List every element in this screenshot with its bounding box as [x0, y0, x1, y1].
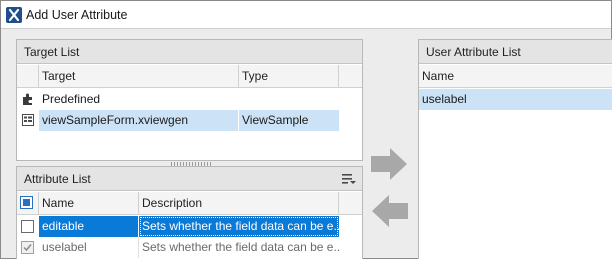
target-name: viewSampleForm.xviewgen	[42, 113, 189, 127]
target-row-predefined[interactable]: Predefined	[17, 89, 362, 110]
description-column-label: Description	[142, 196, 203, 210]
attribute-description: Sets whether the field data can be e...	[142, 240, 339, 254]
attribute-list-header: Attribute List	[17, 167, 362, 191]
user-attribute-list-header: User Attribute List	[419, 40, 612, 64]
remove-left-arrow-button[interactable]	[371, 194, 409, 228]
type-cell-selected: ViewSample	[239, 110, 339, 131]
attribute-row-uselabel[interactable]: uselabel Sets whether the field data can…	[17, 237, 339, 258]
arrow-right-icon	[371, 148, 407, 180]
app-x-icon	[6, 7, 22, 23]
target-name: Predefined	[42, 92, 101, 106]
list-menu-icon[interactable]	[342, 173, 356, 185]
user-attribute-name-cell: uselabel	[419, 89, 612, 110]
checkbox-cell	[17, 237, 39, 258]
target-cell: Predefined	[39, 89, 239, 110]
checkbox-cell	[17, 216, 39, 237]
attribute-list-filler-header	[339, 192, 362, 215]
type-value: ViewSample	[242, 113, 309, 127]
target-list-header: Target List	[17, 40, 362, 64]
user-attribute-list-panel: User Attribute List Name uselabel	[418, 39, 612, 259]
target-list-title: Target List	[24, 45, 80, 59]
add-user-attribute-dialog: Add User Attribute Target List Target Ty…	[0, 0, 612, 259]
user-attribute-name: uselabel	[422, 92, 467, 106]
attribute-name-cell: uselabel	[39, 237, 139, 258]
user-attribute-row-uselabel[interactable]: uselabel	[419, 89, 612, 110]
attribute-name: editable	[42, 219, 85, 233]
target-column-label: Target	[42, 69, 76, 83]
target-list-filler-header	[339, 65, 362, 88]
attribute-name-cell-selected: editable	[39, 216, 139, 237]
attribute-list-panel: Attribute List Name Description editable…	[16, 166, 363, 259]
form-icon	[21, 113, 35, 127]
target-cell-selected: viewSampleForm.xviewgen	[39, 110, 239, 131]
select-all-checkbox[interactable]	[20, 196, 33, 209]
add-right-arrow-button[interactable]	[370, 147, 408, 181]
target-row-viewsampleform[interactable]: viewSampleForm.xviewgen ViewSample	[17, 110, 339, 131]
puzzle-icon	[21, 92, 35, 106]
name-column-header[interactable]: Name	[39, 192, 139, 215]
attribute-checkbox-editable[interactable]	[21, 220, 34, 233]
window-title: Add User Attribute	[26, 8, 128, 22]
attribute-description-cell: Sets whether the field data can be e...	[139, 237, 339, 258]
user-attribute-name-column-header[interactable]: Name	[419, 65, 612, 88]
attribute-list-title: Attribute List	[24, 172, 91, 186]
attribute-name: uselabel	[42, 240, 87, 254]
type-column-label: Type	[242, 69, 269, 83]
target-list-icon-column-header[interactable]	[17, 65, 39, 88]
target-column-header[interactable]: Target	[39, 65, 239, 88]
arrow-left-icon	[372, 195, 408, 227]
checkmark-icon	[23, 244, 32, 252]
description-column-header[interactable]: Description	[139, 192, 339, 215]
user-attribute-name-column-label: Name	[422, 69, 455, 83]
title-bar: Add User Attribute	[1, 1, 611, 29]
type-column-header[interactable]: Type	[239, 65, 339, 88]
name-column-label: Name	[42, 196, 75, 210]
attribute-description-cell-selected: Sets whether the field data can be e...	[139, 216, 339, 237]
user-attribute-list-title: User Attribute List	[426, 45, 521, 59]
attribute-row-editable[interactable]: editable Sets whether the field data can…	[17, 216, 339, 237]
select-all-column-header	[17, 192, 39, 215]
target-list-panel: Target List Target Type Predefined viewS…	[16, 39, 363, 161]
attribute-checkbox-uselabel[interactable]	[21, 241, 34, 254]
attribute-description: Sets whether the field data can be e...	[142, 219, 339, 233]
